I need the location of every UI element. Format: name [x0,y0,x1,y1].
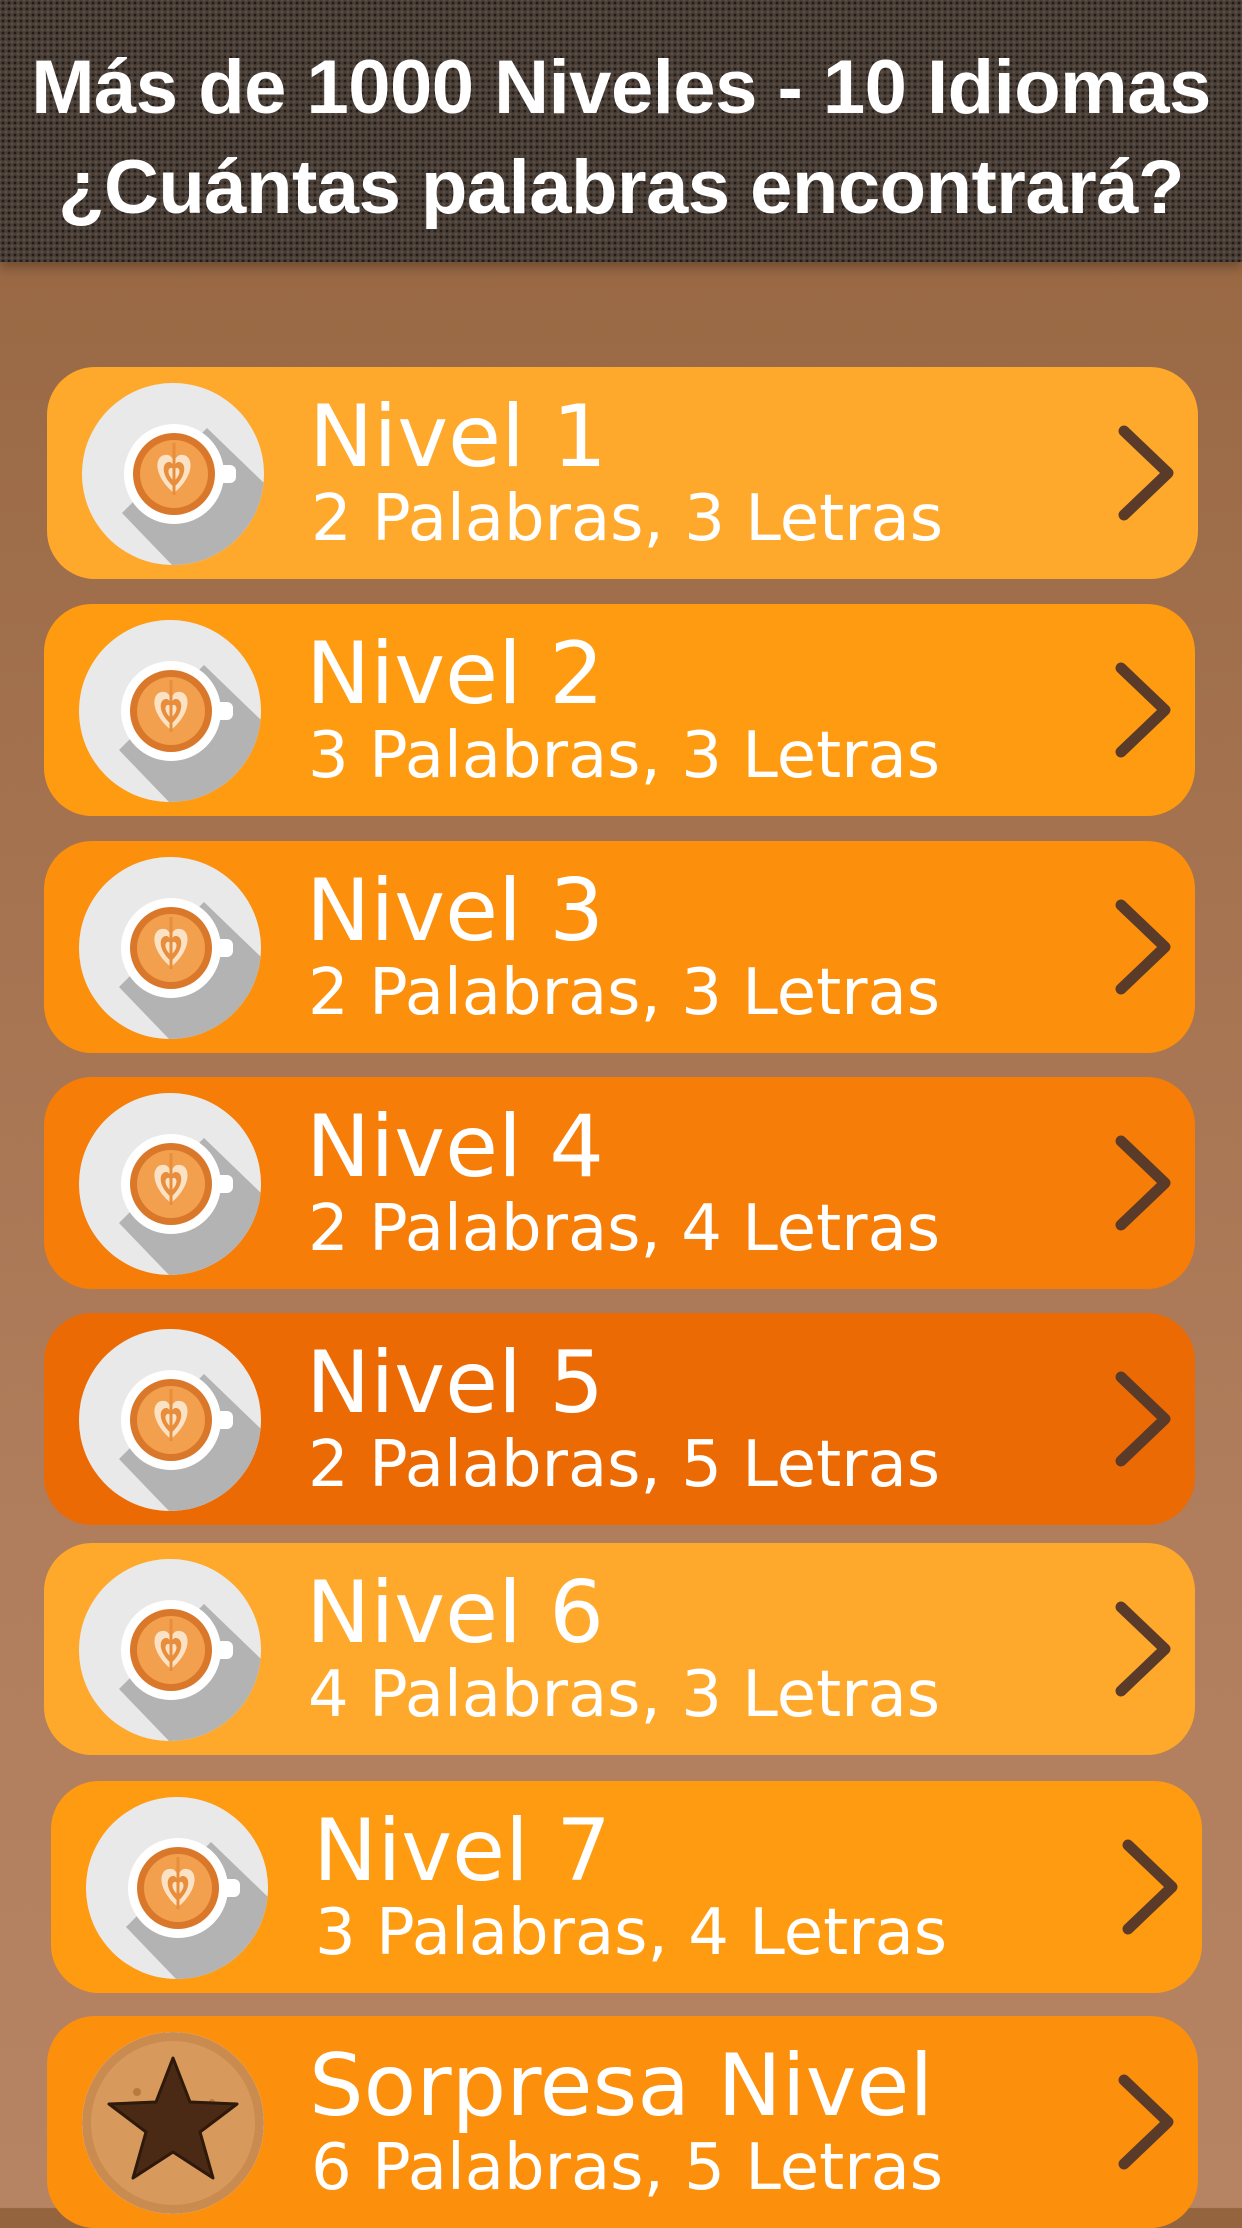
latte-cup-icon [79,620,261,802]
latte-cup-icon [79,1329,261,1511]
chevron-right-icon [1107,1599,1177,1699]
level-title: Nivel 2 [306,624,604,724]
latte-cup-icon [82,383,264,565]
level-subtitle: 4 Palabras, 3 Letras [308,1658,941,1732]
chevron-right-icon [1107,897,1177,997]
level-title: Nivel 1 [309,387,607,487]
header-title: Más de 1000 Niveles - 10 Idiomas [31,45,1211,130]
level-row-sorpresa[interactable]: Sorpresa Nivel 6 Palabras, 5 Letras [47,2016,1198,2228]
level-title: Nivel 4 [306,1097,604,1197]
level-subtitle: 2 Palabras, 4 Letras [308,1192,941,1266]
level-row-5[interactable]: Nivel 52 Palabras, 5 Letras [44,1313,1195,1525]
latte-cup-icon [79,857,261,1039]
chevron-right-icon [1107,1133,1177,1233]
level-subtitle: 3 Palabras, 3 Letras [308,719,941,793]
level-title: Nivel 3 [306,861,604,961]
level-subtitle: 2 Palabras, 3 Letras [311,482,944,556]
chevron-right-icon [1114,1837,1184,1937]
level-subtitle: 6 Palabras, 5 Letras [311,2131,944,2205]
latte-cup-icon [79,1093,261,1275]
latte-cup-icon [79,1559,261,1741]
chevron-right-icon [1107,660,1177,760]
level-row-6[interactable]: Nivel 64 Palabras, 3 Letras [44,1543,1195,1755]
header-subtitle: ¿Cuántas palabras encontrará? [58,145,1184,230]
level-title: Nivel 6 [306,1563,604,1663]
level-subtitle: 3 Palabras, 4 Letras [315,1896,948,1970]
chevron-right-icon [1110,2072,1180,2172]
level-row-3[interactable]: Nivel 32 Palabras, 3 Letras [44,841,1195,1053]
level-row-1[interactable]: Nivel 12 Palabras, 3 Letras [47,367,1198,579]
level-subtitle: 2 Palabras, 3 Letras [308,956,941,1030]
latte-cup-icon [86,1797,268,1979]
level-subtitle: 2 Palabras, 5 Letras [308,1428,941,1502]
level-row-7[interactable]: Nivel 73 Palabras, 4 Letras [51,1781,1202,1993]
chevron-right-icon [1110,423,1180,523]
level-title: Nivel 7 [313,1801,611,1901]
header-banner: Más de 1000 Niveles - 10 Idiomas ¿Cuánta… [0,0,1242,262]
star-cookie-icon [82,2032,264,2214]
level-title: Nivel 5 [306,1333,604,1433]
level-title: Sorpresa Nivel [309,2036,934,2136]
level-row-2[interactable]: Nivel 23 Palabras, 3 Letras [44,604,1195,816]
chevron-right-icon [1107,1369,1177,1469]
level-row-4[interactable]: Nivel 42 Palabras, 4 Letras [44,1077,1195,1289]
